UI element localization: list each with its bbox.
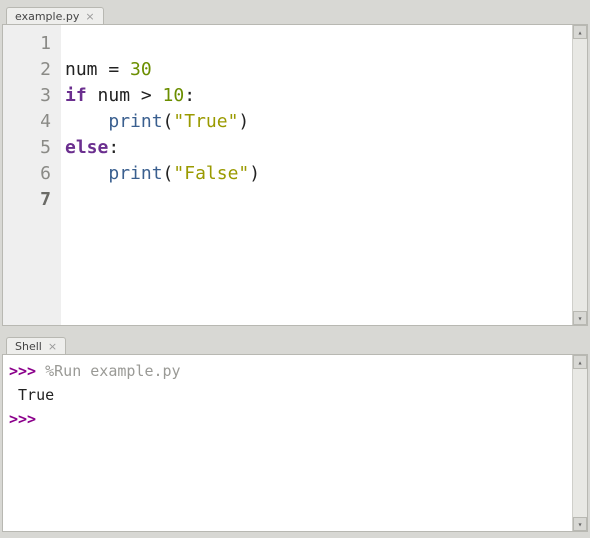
editor-tab[interactable]: example.py × — [6, 7, 104, 25]
line-number: 4 — [3, 109, 51, 135]
line-number-gutter: 1234567 — [3, 25, 61, 325]
code-line: print("False") — [65, 161, 568, 187]
editor-tabbar: example.py × — [2, 2, 588, 24]
code-line: if num > 10: — [65, 83, 568, 109]
shell-tab-label: Shell — [15, 340, 42, 353]
editor-panel: example.py × 1234567 num = 30if num > 10… — [2, 2, 588, 326]
code-line — [65, 31, 568, 57]
shell-panel: Shell × >>> %Run example.py True>>> ▴ ▾ — [2, 332, 588, 532]
shell-tab[interactable]: Shell × — [6, 337, 66, 355]
shell-tabbar: Shell × — [2, 332, 588, 354]
close-icon[interactable]: × — [85, 11, 94, 22]
editor-scrollbar[interactable]: ▴ ▾ — [572, 25, 587, 325]
shell-content: >>> %Run example.py True>>> ▴ ▾ — [2, 354, 588, 532]
scroll-up-icon[interactable]: ▴ — [573, 25, 587, 39]
scroll-down-icon[interactable]: ▾ — [573, 311, 587, 325]
line-number: 1 — [3, 31, 51, 57]
code-line — [65, 187, 568, 213]
shell-line: >>> — [9, 407, 566, 431]
code-line: print("True") — [65, 109, 568, 135]
code-line: else: — [65, 135, 568, 161]
line-number: 6 — [3, 161, 51, 187]
line-number: 5 — [3, 135, 51, 161]
scroll-up-icon[interactable]: ▴ — [573, 355, 587, 369]
editor-content: 1234567 num = 30if num > 10: print("True… — [2, 24, 588, 326]
scroll-down-icon[interactable]: ▾ — [573, 517, 587, 531]
line-number: 7 — [3, 187, 51, 213]
editor-tab-label: example.py — [15, 10, 79, 23]
line-number: 2 — [3, 57, 51, 83]
close-icon[interactable]: × — [48, 341, 57, 352]
line-number: 3 — [3, 83, 51, 109]
shell-line: >>> %Run example.py — [9, 359, 566, 383]
shell-output[interactable]: >>> %Run example.py True>>> — [3, 355, 572, 531]
shell-scrollbar[interactable]: ▴ ▾ — [572, 355, 587, 531]
code-line: num = 30 — [65, 57, 568, 83]
shell-line: True — [9, 383, 566, 407]
code-editor[interactable]: num = 30if num > 10: print("True")else: … — [61, 25, 572, 325]
